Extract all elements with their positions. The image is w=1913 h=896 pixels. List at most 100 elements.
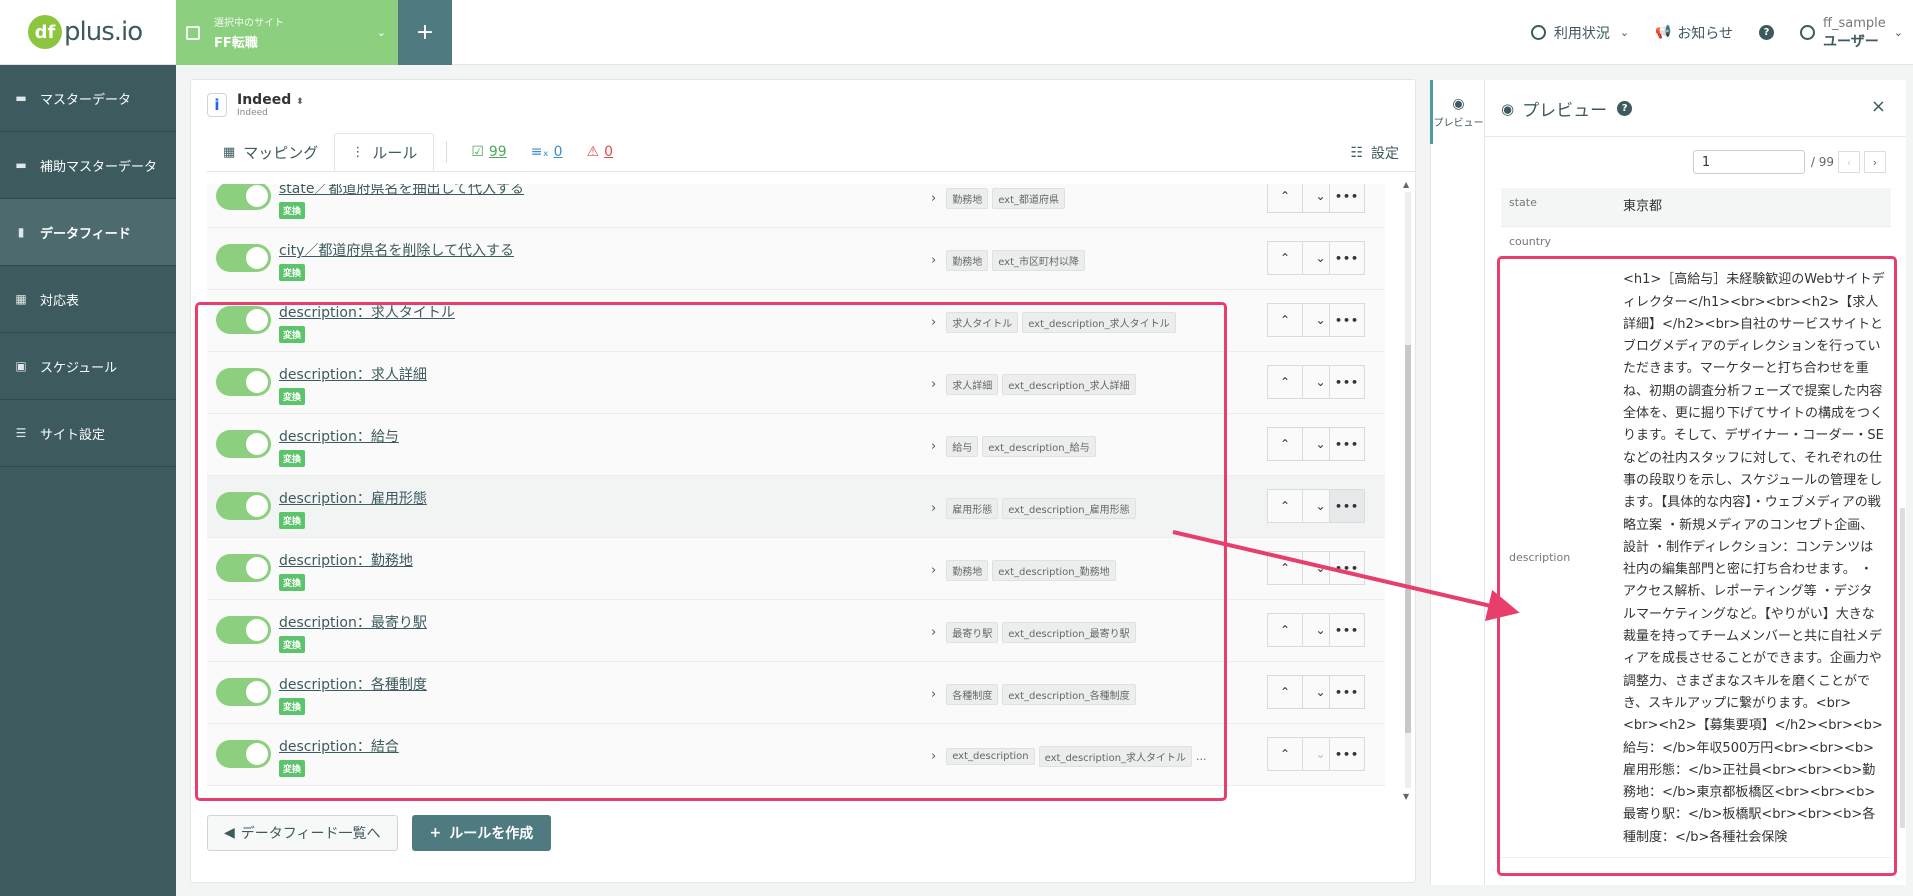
move-up-button[interactable]: ⌃ [1267, 551, 1303, 585]
warning-icon: ⚠ [586, 144, 600, 160]
feed-header[interactable]: i Indeed ⬍ Indeed [207, 92, 304, 118]
move-up-button[interactable]: ⌃ [1267, 427, 1303, 461]
sidebar-item-sub-master-data[interactable]: ▬ 補助マスターデータ [0, 132, 176, 199]
user-icon [1800, 25, 1816, 40]
rule-row[interactable]: state／都道府県名を抽出して代入する 変換 › 勤務地 ext_都道府県 ⌃ … [207, 184, 1385, 228]
move-up-button[interactable]: ⌃ [1267, 365, 1303, 399]
move-up-button[interactable]: ⌃ [1267, 489, 1303, 523]
preview-side-tab[interactable]: ◉ プレビュー [1430, 80, 1484, 144]
ok-count-link[interactable]: ☑ 99 [471, 133, 506, 171]
tab-label: マッピング [243, 143, 319, 162]
site-selector-label: 選択中のサイト [214, 18, 284, 29]
filtered-count-link[interactable]: ≡ₓ 0 [531, 133, 563, 171]
filtered-count: 0 [553, 144, 563, 160]
sidebar-item-label: サイト設定 [40, 427, 106, 443]
scroll-up-icon[interactable]: ▲ [1403, 180, 1409, 189]
rule-title-link[interactable]: state／都道府県名を抽出して代入する [279, 184, 524, 198]
eye-icon: ◉ [1452, 95, 1465, 112]
chevron-right-icon: › [931, 191, 937, 206]
file-icon: ▮ [17, 225, 25, 239]
calendar-icon: ▣ [15, 359, 27, 373]
news-link[interactable]: 📢 お知らせ [1655, 23, 1733, 43]
logo[interactable]: df plus.io [28, 14, 143, 50]
usage-menu[interactable]: 利用状況 ⌄ [1530, 23, 1630, 43]
scroll-thumb[interactable] [1405, 345, 1411, 733]
user-role: ユーザー [1823, 33, 1879, 50]
sidebar-item-master-data[interactable]: ▬ マスターデータ [0, 65, 176, 132]
chevron-down-icon: ⌄ [376, 26, 386, 39]
settings-label: 設定 [1371, 146, 1399, 162]
copy-icon [186, 25, 200, 40]
feed-subname: Indeed [237, 108, 268, 118]
sidebar-item-schedule[interactable]: ▣ スケジュール [0, 333, 176, 400]
rule-toggle[interactable] [216, 244, 271, 272]
preview-key: country [1509, 235, 1552, 249]
warning-count-link[interactable]: ⚠ 0 [587, 133, 613, 171]
tab-mapping[interactable]: ▦ マッピング [207, 133, 334, 171]
rule-more-button[interactable]: ••• [1329, 365, 1365, 399]
user-name: ff_sample [1823, 15, 1886, 31]
close-preview-button[interactable]: × [1871, 96, 1886, 117]
page-total: / 99 [1810, 155, 1834, 169]
help-button[interactable]: ? [1759, 25, 1775, 40]
chevron-down-icon: ⌄ [1893, 26, 1903, 39]
preview-value: 東京都 [1623, 199, 1663, 214]
move-up-button[interactable]: ⌃ [1267, 184, 1303, 213]
move-up-button[interactable]: ⌃ [1267, 303, 1303, 337]
rule-fields[interactable]: › 勤務地 ext_都道府県 [931, 188, 1069, 209]
page-input[interactable]: 1 [1692, 150, 1805, 174]
rule-fields[interactable]: › 勤務地 ext_市区町村以降 [931, 250, 1089, 271]
preview-row-state: state 東京都 [1501, 188, 1891, 228]
preview-pager: 1 / 99 ‹ › [1692, 150, 1886, 174]
rule-title-link[interactable]: city／都道府県名を削除して代入する [279, 240, 514, 260]
rule-more-button[interactable]: ••• [1329, 184, 1365, 213]
next-page-button[interactable]: › [1864, 151, 1886, 173]
rule-more-button[interactable]: ••• [1329, 675, 1365, 709]
back-to-feed-list-button[interactable]: ◀ データフィード一覧へ [207, 815, 398, 851]
site-selector-value: FF転職 [214, 36, 258, 51]
user-menu[interactable]: ff_sample ユーザー ⌄ [1800, 15, 1903, 51]
sidebar-item-label: 補助マスターデータ [40, 159, 158, 175]
move-up-button[interactable]: ⌃ [1267, 675, 1303, 709]
top-bar: df plus.io 選択中のサイト FF転職 ⌄ + 利用状況 ⌄ 📢 お知ら… [0, 0, 1913, 65]
rule-more-button[interactable]: ••• [1329, 737, 1365, 771]
rule-more-button[interactable]: ••• [1329, 613, 1365, 647]
scroll-down-icon[interactable]: ▼ [1403, 792, 1409, 801]
folders-icon: ▬ [15, 158, 27, 172]
sidebar-item-mapping-table[interactable]: ▦ 対応表 [0, 266, 176, 333]
create-rule-button[interactable]: + ルールを作成 [411, 815, 552, 851]
tab-rule[interactable]: ⋮ ルール [334, 133, 435, 171]
preview-key: state [1509, 196, 1537, 209]
site-selector[interactable]: 選択中のサイト FF転職 ⌄ [176, 0, 398, 65]
sliders-icon: ☷ [1350, 145, 1363, 161]
move-up-button[interactable]: ⌃ [1267, 737, 1303, 771]
rule-row[interactable]: city／都道府県名を削除して代入する 変換 › 勤務地 ext_市区町村以降 ⌃… [207, 228, 1385, 290]
rule-more-button[interactable]: ••• [1329, 303, 1365, 337]
move-up-button[interactable]: ⌃ [1267, 241, 1303, 275]
preview-scroll-thumb[interactable] [1900, 508, 1905, 828]
rule-more-button[interactable]: ••• [1329, 489, 1365, 523]
tab-divider [446, 141, 448, 163]
table-icon: ▦ [15, 292, 27, 306]
settings-button[interactable]: ☷ 設定 [1350, 143, 1399, 163]
sidebar-item-data-feed[interactable]: ▮ データフィード [0, 199, 176, 266]
move-up-button[interactable]: ⌃ [1267, 613, 1303, 647]
sidebar-item-site-settings[interactable]: ☰ サイト設定 [0, 400, 176, 467]
prev-page-button[interactable]: ‹ [1838, 151, 1860, 173]
rule-more-button[interactable]: ••• [1329, 241, 1365, 275]
rule-toggle[interactable] [216, 184, 271, 210]
chevron-down-icon: ⌄ [1619, 26, 1630, 39]
help-icon: ? [1759, 25, 1775, 40]
rule-list-scrollbar[interactable]: ▲ ▼ [1403, 180, 1413, 804]
add-site-button[interactable]: + [398, 0, 452, 65]
rule-more-button[interactable]: ••• [1329, 551, 1365, 585]
tab-label: ルール [372, 143, 418, 162]
preview-scrollbar[interactable] [1898, 188, 1906, 880]
highlight-box-description [1497, 256, 1897, 876]
filter-x-icon: ≡ₓ [530, 144, 549, 160]
help-icon[interactable]: ? [1617, 101, 1633, 116]
sidebar: ▬ マスターデータ ▬ 補助マスターデータ ▮ データフィード ▦ 対応表 ▣ … [0, 65, 176, 896]
rule-more-button[interactable]: ••• [1329, 427, 1365, 461]
logo-badge: df [28, 15, 62, 49]
sidebar-item-label: スケジュール [40, 360, 118, 376]
